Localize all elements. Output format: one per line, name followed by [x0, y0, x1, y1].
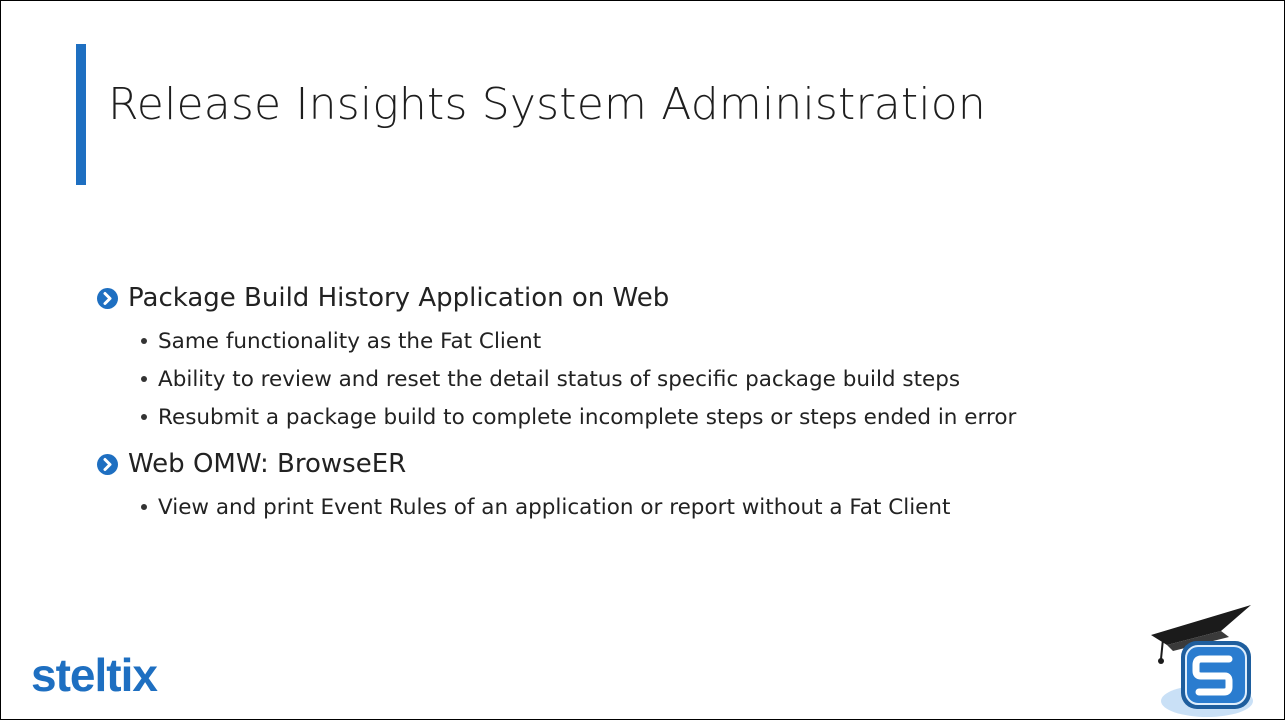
title-accent-bar	[76, 44, 86, 185]
list-item-text: Resubmit a package build to complete inc…	[158, 404, 1017, 430]
section-heading: Package Build History Application on Web	[97, 276, 1247, 320]
bullet-dot	[141, 376, 147, 382]
section-heading: Web OMW: BrowseER	[97, 442, 1247, 486]
list-item-text: Same functionality as the Fat Client	[158, 328, 542, 354]
list-item: View and print Event Rules of an applica…	[141, 488, 1247, 526]
section-heading-text: Package Build History Application on Web	[128, 283, 670, 313]
list-item-text: View and print Event Rules of an applica…	[158, 494, 951, 520]
list-item: Same functionality as the Fat Client	[141, 322, 1247, 360]
chevron-circle-right-icon	[97, 453, 118, 475]
bullet-dot	[141, 504, 147, 510]
slide-title: Release Insights System Administration	[108, 79, 986, 130]
section-heading-text: Web OMW: BrowseER	[128, 449, 407, 479]
chevron-circle-right-icon	[97, 287, 118, 309]
list-item-text: Ability to review and reset the detail s…	[158, 366, 961, 392]
bullet-dot	[141, 338, 147, 344]
list-item: Resubmit a package build to complete inc…	[141, 398, 1247, 436]
svg-text:steltix: steltix	[31, 651, 158, 699]
slide-content: Package Build History Application on Web…	[97, 276, 1247, 526]
graduation-cap-s-icon	[1149, 601, 1259, 719]
bullet-dot	[141, 414, 147, 420]
list-item: Ability to review and reset the detail s…	[141, 360, 1247, 398]
steltix-logo: steltix steltix	[31, 649, 201, 703]
slide: Release Insights System Administration P…	[0, 0, 1285, 720]
